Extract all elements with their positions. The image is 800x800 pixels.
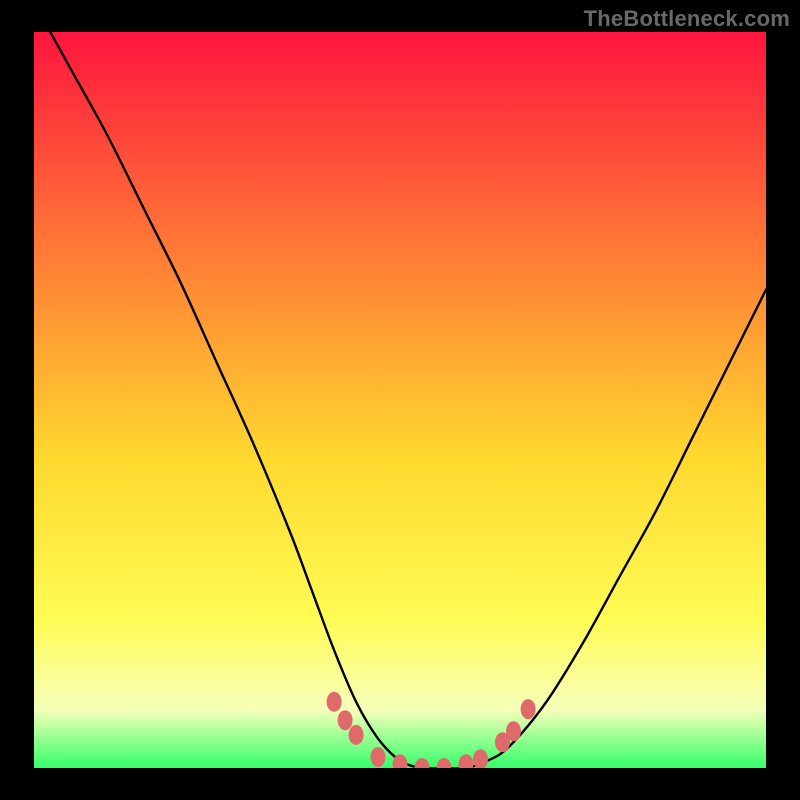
plot-area xyxy=(34,32,766,768)
curve-marker xyxy=(327,692,342,712)
curve-marker xyxy=(338,710,353,730)
chart-svg xyxy=(34,32,766,768)
curve-marker xyxy=(506,721,521,741)
gradient-background xyxy=(34,32,766,768)
curve-marker xyxy=(371,747,386,767)
curve-marker xyxy=(521,699,536,719)
curve-marker xyxy=(349,725,364,745)
chart-frame: TheBottleneck.com xyxy=(0,0,800,800)
watermark-text: TheBottleneck.com xyxy=(584,6,790,32)
